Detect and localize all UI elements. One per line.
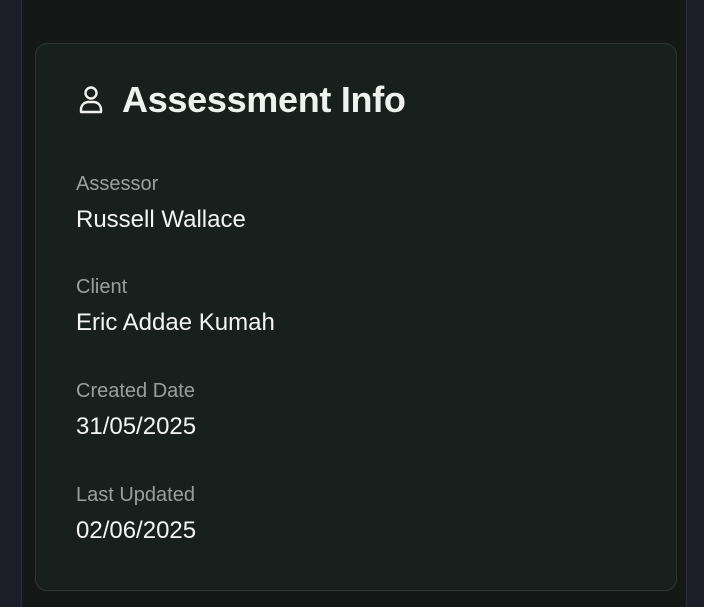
field-last-updated: Last Updated 02/06/2025 — [76, 485, 196, 543]
field-label: Last Updated — [76, 484, 195, 506]
assessment-info-card: Assessment Info Assessor Russell Wallace… — [35, 43, 677, 591]
field-value: 02/06/2025 — [76, 517, 197, 544]
card-header: Assessment Info — [77, 82, 406, 118]
user-icon — [79, 86, 103, 114]
app-frame: Assessment Info Assessor Russell Wallace… — [0, 0, 704, 607]
field-client: Client Eric Addae Kumah — [76, 277, 275, 335]
card-title: Assessment Info — [122, 79, 406, 120]
field-assessor: Assessor Russell Wallace — [76, 174, 246, 232]
field-label: Client — [76, 276, 128, 298]
field-created-date: Created Date 31/05/2025 — [76, 381, 196, 439]
field-value: 31/05/2025 — [76, 413, 197, 440]
field-value: Eric Addae Kumah — [76, 309, 275, 336]
field-label: Assessor — [76, 173, 159, 195]
field-label: Created Date — [76, 380, 195, 402]
field-value: Russell Wallace — [76, 206, 246, 233]
